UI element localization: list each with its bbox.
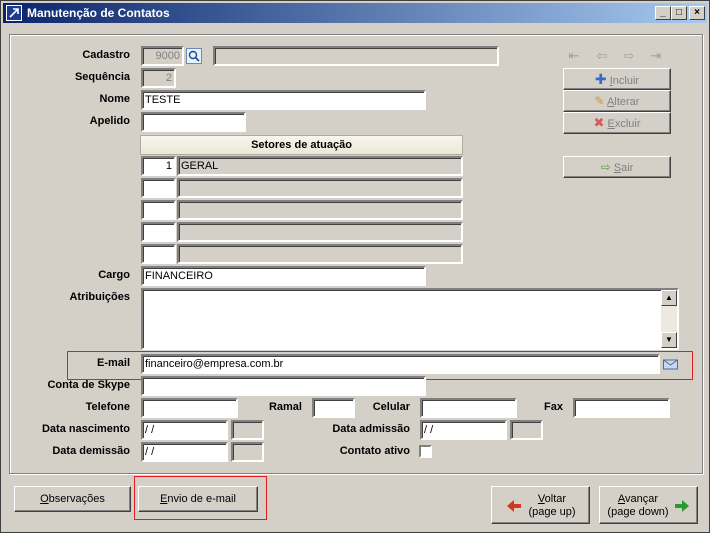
setores-header: Setores de atuação — [140, 135, 463, 155]
data-demissao-extra — [231, 442, 264, 462]
celular-label: Celular — [372, 401, 410, 413]
setor-name-field — [177, 244, 463, 264]
email-label: E-mail — [96, 357, 130, 369]
setor-name-field — [177, 200, 463, 220]
arrow-left-icon — [506, 498, 522, 514]
contato-ativo-checkbox[interactable] — [419, 445, 432, 458]
apelido-field[interactable] — [141, 112, 246, 132]
setor-code-field[interactable] — [141, 222, 176, 242]
data-admissao-field[interactable]: / / — [420, 420, 507, 440]
title-bar[interactable]: Manutenção de Contatos _ □ × — [3, 3, 707, 23]
ramal-field[interactable] — [312, 398, 355, 418]
cargo-label: Cargo — [98, 269, 130, 281]
data-demissao-field[interactable]: / / — [141, 442, 228, 462]
data-nascimento-field[interactable]: / / — [141, 420, 228, 440]
cargo-field[interactable]: FINANCEIRO — [141, 266, 426, 286]
cadastro-label: Cadastro — [82, 49, 130, 61]
setor-code-field[interactable] — [141, 178, 176, 198]
contato-ativo-label: Contato ativo — [339, 445, 410, 457]
telefone-label: Telefone — [85, 401, 130, 413]
setor-code-field[interactable] — [141, 200, 176, 220]
setor-name-field — [177, 222, 463, 242]
data-demissao-label: Data demissão — [52, 445, 130, 457]
data-admissao-label: Data admissão — [332, 423, 410, 435]
main-window: Manutenção de Contatos _ □ × Cadastro 90… — [0, 0, 710, 533]
setor-code-field[interactable] — [141, 244, 176, 264]
prev-record-icon[interactable]: ⇦ — [595, 49, 609, 63]
excluir-button[interactable]: ✖ Excluir — [563, 112, 671, 134]
first-record-icon[interactable]: ⇤ — [567, 49, 581, 63]
sair-button[interactable]: ⇨ Sair — [563, 156, 671, 178]
last-record-icon[interactable]: ⇥ — [649, 49, 663, 63]
sequencia-field: 2 — [141, 68, 176, 88]
setor-name-field: GERAL — [177, 156, 463, 176]
fax-field[interactable] — [573, 398, 670, 418]
next-record-icon[interactable]: ⇨ — [622, 49, 636, 63]
minimize-button[interactable]: _ — [655, 6, 671, 20]
fax-label: Fax — [544, 401, 563, 413]
arrow-right-icon — [674, 498, 690, 514]
ramal-label: Ramal — [268, 401, 302, 413]
avancar-button[interactable]: Avançar (page down) — [599, 486, 698, 524]
envio-email-button[interactable]: Envio de e-mail — [138, 486, 258, 512]
atribuicoes-textarea[interactable] — [141, 288, 679, 350]
setor-code-field[interactable]: 1 — [141, 156, 176, 176]
maximize-button[interactable]: □ — [671, 6, 687, 20]
data-nascimento-label: Data nascimento — [41, 423, 130, 435]
scroll-down-icon[interactable]: ▼ — [661, 332, 677, 348]
setor-name-field — [177, 178, 463, 198]
window-title: Manutenção de Contatos — [27, 6, 170, 20]
alterar-button[interactable]: ✎ Alterar — [563, 90, 671, 112]
exit-icon: ⇨ — [600, 160, 611, 174]
delete-icon: ✖ — [593, 115, 605, 130]
apelido-label: Apelido — [89, 115, 130, 127]
cadastro-name-field — [213, 46, 499, 66]
celular-field[interactable] — [420, 398, 517, 418]
lookup-icon[interactable] — [186, 48, 202, 64]
scroll-up-icon[interactable]: ▲ — [661, 290, 677, 306]
mail-icon[interactable] — [662, 356, 679, 372]
skype-field[interactable] — [141, 376, 426, 396]
email-field[interactable]: financeiro@empresa.com.br — [141, 354, 660, 374]
data-nascimento-extra — [231, 420, 264, 440]
voltar-button[interactable]: Voltar (page up) — [491, 486, 590, 524]
incluir-button[interactable]: ✚ Incluir — [563, 68, 671, 90]
edit-icon: ✎ — [594, 94, 605, 108]
atribuicoes-label: Atribuições — [69, 291, 130, 303]
telefone-field[interactable] — [141, 398, 238, 418]
app-icon — [6, 5, 22, 21]
observacoes-button[interactable]: Observações — [14, 486, 131, 512]
close-button[interactable]: × — [689, 6, 705, 20]
data-admissao-extra — [510, 420, 543, 440]
cadastro-code-field: 9000 — [141, 46, 184, 66]
sequencia-label: Sequência — [74, 71, 130, 83]
skype-label: Conta de Skype — [47, 379, 130, 391]
nome-field[interactable]: TESTE — [141, 90, 426, 110]
plus-icon: ✚ — [594, 71, 607, 87]
nome-label: Nome — [99, 93, 130, 105]
